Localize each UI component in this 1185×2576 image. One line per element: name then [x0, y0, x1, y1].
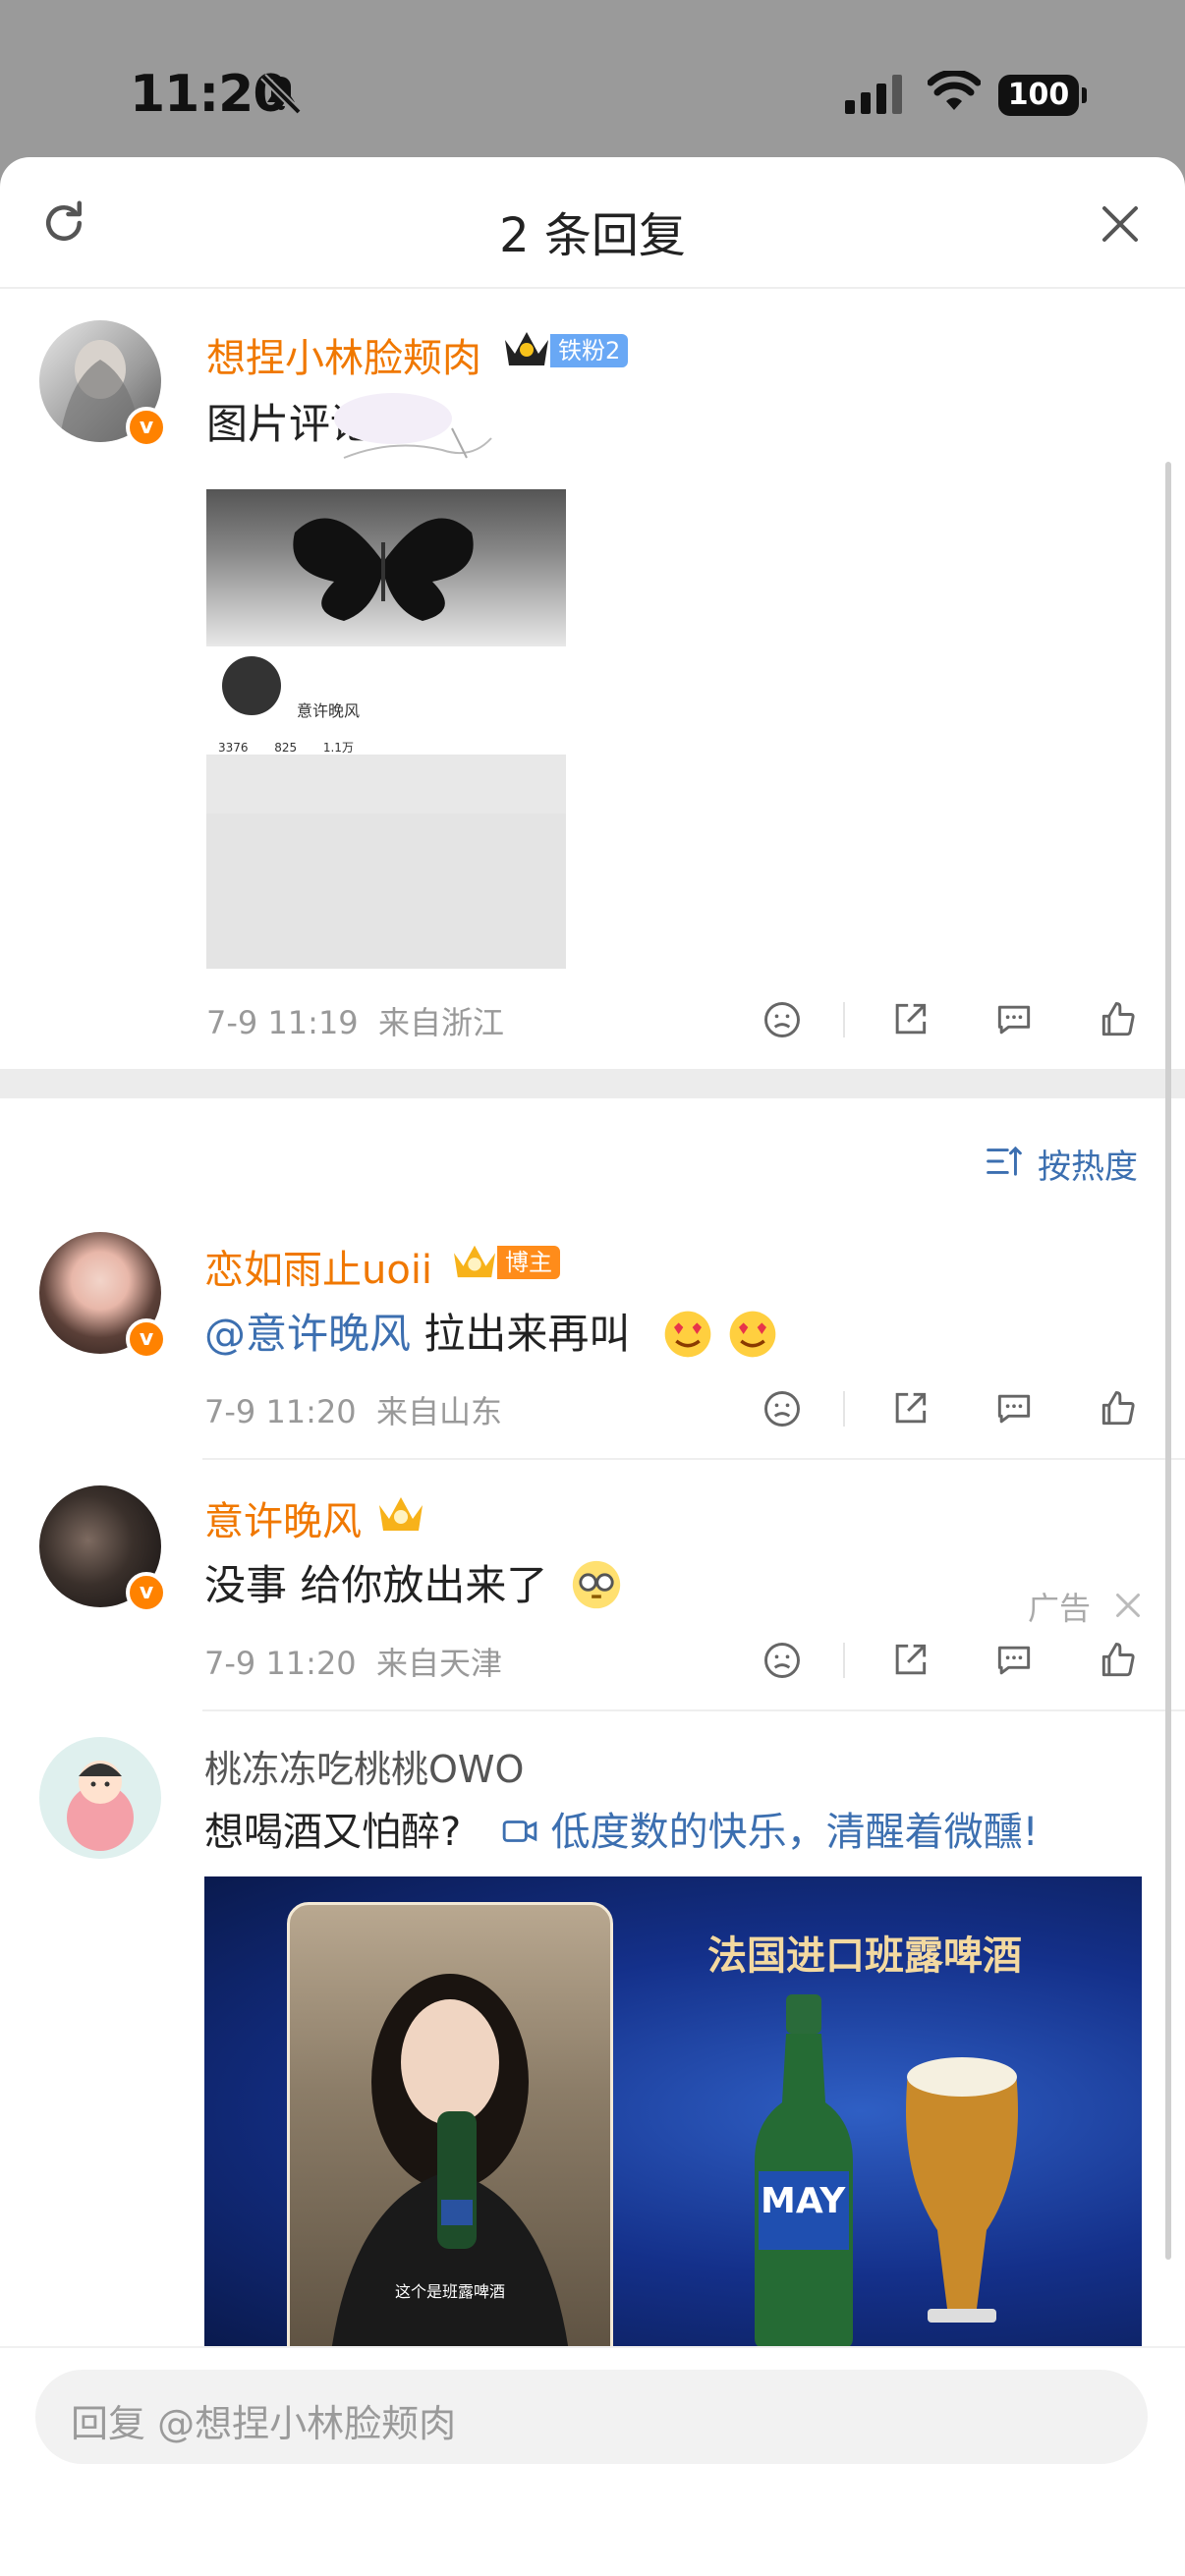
ad-banner[interactable]: 这个是班露啤酒 法国进口班露啤酒 MAY: [204, 1876, 1142, 2346]
reply-time: 7-9 11:20: [204, 1645, 357, 1682]
reply-location: 来自天津: [376, 1645, 503, 1682]
reply-time: 7-9 11:20: [204, 1393, 357, 1430]
comment-icon[interactable]: [992, 998, 1036, 1041]
image-caption-name: 意许晚风: [297, 701, 361, 720]
share-icon[interactable]: [888, 1639, 931, 1682]
sheet-title: 2 条回复: [499, 208, 686, 263]
reply-text-body: 拉出来再叫: [411, 1310, 631, 1358]
like-icon[interactable]: [1097, 1639, 1140, 1682]
bottle-brand: MAY: [761, 2181, 846, 2221]
scrollbar[interactable]: [1165, 462, 1171, 2260]
reply-meta: 7-9 11:20 来自山东: [204, 1387, 502, 1432]
crown-icon: [454, 1245, 495, 1278]
sort-icon[interactable]: [985, 1144, 1024, 1179]
fan-badge: 铁粉2: [550, 334, 629, 367]
comment-time: 7-9 11:19: [206, 1004, 359, 1041]
heart-eyes-emoji-icon: [664, 1311, 711, 1358]
comment-meta: 7-9 11:19 来自浙江: [206, 998, 504, 1043]
dislike-face-icon[interactable]: [761, 998, 804, 1041]
comment-actions: [761, 998, 1146, 1041]
comment-icon[interactable]: [992, 1639, 1036, 1682]
blogger-badge: 博主: [497, 1246, 560, 1279]
reply-text: 没事 给你放出来了: [204, 1561, 548, 1609]
bell-muted-icon: [260, 74, 302, 115]
like-icon[interactable]: [1097, 998, 1140, 1041]
ad-label: 广告: [1028, 1590, 1092, 1627]
ad-username[interactable]: 桃冻冻吃桃桃OWO: [204, 1739, 524, 1793]
image-stat: 1.1万: [322, 741, 354, 755]
ad-video-thumbnail[interactable]: 这个是班露啤酒: [287, 1902, 613, 2346]
image-stat: 3376: [218, 741, 249, 755]
butterfly-icon: [293, 518, 474, 621]
dislike-face-icon[interactable]: [761, 1387, 804, 1430]
reply-divider: [202, 1709, 1185, 1711]
reply-location: 来自山东: [376, 1393, 503, 1430]
share-icon[interactable]: [888, 998, 931, 1041]
beer-bottle-icon: [755, 1994, 853, 2346]
reply-sheet: 2 条回复 v 想捏小林脸颊肉 铁粉2 图片评论 意许晚风 3376 825 1…: [0, 157, 1185, 2576]
reply-meta: 7-9 11:20 来自天津: [204, 1639, 502, 1684]
wifi-icon: [928, 71, 981, 110]
reply-username[interactable]: 意许晚风: [204, 1489, 362, 1546]
verified-badge: v: [126, 407, 167, 448]
image-stat: 825: [274, 741, 298, 755]
status-bar: 11:20 100: [0, 0, 1185, 157]
reply-actions: [761, 1387, 1146, 1430]
avatar[interactable]: [39, 1737, 161, 1859]
comment-username[interactable]: 想捏小林脸颊肉: [206, 326, 481, 383]
glasses-emoji-icon: [572, 1560, 621, 1609]
signal-icon: [845, 75, 902, 114]
share-icon[interactable]: [888, 1387, 931, 1430]
crown-icon: [379, 1497, 423, 1531]
ad-video-caption: 这个是班露啤酒: [394, 2282, 505, 2301]
like-icon[interactable]: [1097, 1387, 1140, 1430]
reply-input-bar: 回复 @想捏小林脸颊肉: [0, 2346, 1185, 2576]
sheet-header: 2 条回复: [0, 157, 1185, 289]
comment-location: 来自浙江: [378, 1004, 505, 1041]
decorative-flourish-icon: [334, 393, 492, 459]
beer-glass-icon: [906, 2057, 1018, 2323]
battery-indicator: 100: [998, 75, 1087, 116]
crown-icon: [505, 332, 548, 365]
reply-divider: [202, 1458, 1185, 1460]
reply-text: @意许晚风 拉出来再叫: [204, 1301, 630, 1361]
video-icon: [502, 1820, 537, 1842]
ad-link[interactable]: 低度数的快乐，清醒着微醺!: [551, 1810, 1039, 1855]
heart-eyes-emoji-icon: [729, 1311, 776, 1358]
dislike-face-icon[interactable]: [761, 1639, 804, 1682]
reply-input[interactable]: 回复 @想捏小林脸颊肉: [35, 2370, 1148, 2464]
sort-by-hot[interactable]: 按热度: [1038, 1140, 1138, 1188]
ad-banner-title: 法国进口班露啤酒: [707, 1932, 1022, 1979]
close-icon[interactable]: [1097, 200, 1144, 248]
section-divider: [0, 1069, 1185, 1098]
reply-actions: [761, 1639, 1146, 1682]
comment-icon[interactable]: [992, 1387, 1036, 1430]
ad-text-body: 想喝酒又怕醉?: [204, 1810, 462, 1855]
mention-link[interactable]: @意许晚风: [204, 1310, 411, 1358]
ad-text: 想喝酒又怕醉? 低度数的快乐，清醒着微醺!: [204, 1800, 1039, 1857]
verified-badge: v: [126, 1572, 167, 1613]
reply-username[interactable]: 恋如雨止uoii: [204, 1238, 432, 1295]
verified-badge: v: [126, 1318, 167, 1360]
ad-close-icon[interactable]: [1110, 1588, 1146, 1623]
comment-image[interactable]: 意许晚风 3376 825 1.1万: [206, 489, 566, 969]
reply-input-placeholder: 回复 @想捏小林脸颊肉: [71, 2402, 457, 2445]
